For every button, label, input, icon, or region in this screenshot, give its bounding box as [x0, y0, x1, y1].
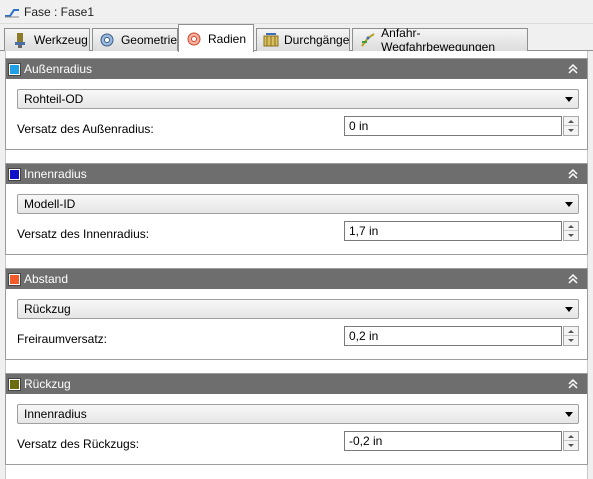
tab-werkzeug[interactable]: Werkzeug [4, 28, 90, 51]
section-header: Rückzug [6, 374, 587, 394]
tab-label: Anfahr-Wegfahrbewegungen [381, 26, 496, 54]
spin-down-button[interactable] [564, 231, 578, 240]
outer-radius-dropdown[interactable]: Rohteil-OD [17, 89, 579, 109]
collapse-chevron-icon[interactable] [567, 167, 579, 181]
spin-down-button[interactable] [564, 336, 578, 345]
spin-up-button[interactable] [564, 222, 578, 231]
outer-radius-offset-input[interactable] [344, 116, 562, 136]
dropdown-arrow-icon [565, 412, 573, 417]
radii-icon [185, 31, 203, 47]
tab-label: Werkzeug [34, 33, 88, 47]
color-swatch [8, 167, 21, 181]
spin-up-button[interactable] [564, 432, 578, 441]
section-title: Abstand [24, 272, 69, 286]
outer-radius-offset-spinner [563, 116, 579, 136]
section-abstand: Abstand Rückzug Freiraumversatz: [5, 268, 588, 360]
section-title: Außenradius [24, 62, 93, 76]
tab-bar: Werkzeug Geometrie Radien Durchgänge Anf… [0, 24, 593, 54]
tab-label: Geometrie [120, 33, 177, 47]
spin-down-button[interactable] [564, 126, 578, 135]
collapse-chevron-icon[interactable] [567, 62, 579, 76]
collapse-chevron-icon[interactable] [567, 272, 579, 286]
tool-icon [11, 32, 29, 48]
section-aussenradius: Außenradius Rohteil-OD Versatz des Außen… [5, 58, 588, 150]
inner-radius-offset-spinner [563, 221, 579, 241]
retract-offset-input[interactable] [344, 431, 562, 451]
tab-label: Radien [208, 31, 247, 46]
inner-radius-dropdown[interactable]: Modell-ID [17, 194, 579, 214]
section-header: Innenradius [6, 164, 587, 184]
linking-icon [359, 32, 376, 48]
geometry-icon [99, 32, 116, 48]
dropdown-arrow-icon [565, 202, 573, 207]
inner-radius-offset-input[interactable] [344, 221, 562, 241]
color-swatch [8, 377, 21, 391]
window-title: Fase : Fase1 [24, 4, 95, 19]
tab-geometrie[interactable]: Geometrie [92, 28, 178, 51]
collapse-chevron-icon[interactable] [567, 377, 579, 391]
tab-label: Durchgänge [284, 33, 350, 47]
dropdown-value: Rohteil-OD [24, 92, 84, 106]
color-swatch [8, 272, 21, 286]
chamfer-op-icon [4, 5, 20, 19]
field-label: Versatz des Innenradius: [17, 227, 150, 241]
clearance-offset-spinner [563, 326, 579, 346]
section-header: Abstand [6, 269, 587, 289]
section-rueckzug: Rückzug Innenradius Versatz des Rückzugs… [5, 373, 588, 465]
section-innenradius: Innenradius Modell-ID Versatz des Innenr… [5, 163, 588, 255]
spin-up-button[interactable] [564, 327, 578, 336]
section-header: Außenradius [6, 59, 587, 79]
spin-down-button[interactable] [564, 441, 578, 450]
tab-anfahr-wegfahrbewegungen[interactable]: Anfahr-Wegfahrbewegungen [352, 26, 528, 54]
tab-radien[interactable]: Radien [178, 24, 254, 52]
color-swatch [8, 62, 21, 76]
section-title: Rückzug [24, 377, 71, 391]
field-label: Versatz des Außenradius: [17, 122, 154, 136]
section-title: Innenradius [24, 167, 87, 181]
spin-up-button[interactable] [564, 117, 578, 126]
clearance-dropdown[interactable]: Rückzug [17, 299, 579, 319]
dropdown-value: Rückzug [24, 302, 71, 316]
dropdown-value: Innenradius [24, 407, 87, 421]
dropdown-value: Modell-ID [24, 197, 76, 211]
window-titlebar: Fase : Fase1 [0, 0, 593, 24]
dropdown-arrow-icon [565, 97, 573, 102]
field-label: Freiraumversatz: [17, 332, 108, 346]
retract-dropdown[interactable]: Innenradius [17, 404, 579, 424]
clearance-offset-input[interactable] [344, 326, 562, 346]
passes-icon [263, 32, 279, 48]
retract-offset-spinner [563, 431, 579, 451]
field-label: Versatz des Rückzugs: [17, 437, 140, 451]
tab-durchgaenge[interactable]: Durchgänge [256, 28, 350, 51]
dropdown-arrow-icon [565, 307, 573, 312]
